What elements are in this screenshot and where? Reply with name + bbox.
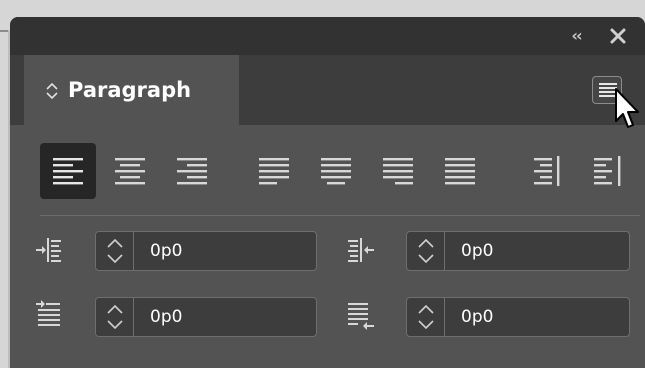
stepper-arrows-icon[interactable]	[416, 302, 436, 332]
right-indent-field[interactable]: 0p0	[406, 231, 630, 271]
align-center-icon	[115, 158, 145, 185]
left-indent-stepper[interactable]	[96, 232, 134, 270]
right-indent-stepper[interactable]	[407, 232, 445, 270]
justify-with-last-line-centered-icon	[321, 158, 351, 185]
align-center-button[interactable]	[102, 143, 158, 199]
last-line-indent-value[interactable]: 0p0	[461, 298, 493, 336]
panel-title: Paragraph	[68, 78, 192, 102]
left-indent-field[interactable]: 0p0	[95, 231, 317, 271]
stepper-arrows-icon[interactable]	[105, 302, 125, 332]
align-towards-spine-button[interactable]	[518, 143, 574, 199]
justify-all-lines-icon	[445, 158, 475, 185]
document-edge	[0, 0, 10, 368]
first-line-indent-stepper[interactable]	[96, 298, 134, 336]
left-indent-icon	[36, 238, 61, 262]
section-divider	[40, 215, 640, 216]
justify-all-button[interactable]	[432, 143, 488, 199]
first-line-indent-value[interactable]: 0p0	[150, 298, 182, 336]
right-indent-value[interactable]: 0p0	[461, 232, 493, 270]
panel-titlebar[interactable]: ‹‹	[10, 17, 645, 55]
first-line-left-indent-icon	[36, 300, 60, 326]
tab-paragraph[interactable]: Paragraph	[24, 55, 239, 125]
justify-with-last-line-right-icon	[383, 158, 413, 185]
stepper-arrows-icon[interactable]	[416, 236, 436, 266]
align-towards-spine-icon	[534, 156, 560, 186]
last-line-right-indent-icon	[348, 303, 374, 330]
close-icon[interactable]	[606, 24, 630, 48]
stepper-arrows-icon[interactable]	[105, 236, 125, 266]
align-left-button[interactable]	[40, 143, 96, 199]
justify-right-button[interactable]	[370, 143, 426, 199]
justify-with-last-line-left-icon	[259, 158, 289, 185]
alignment-button-group	[40, 143, 640, 199]
last-line-indent-stepper[interactable]	[407, 298, 445, 336]
right-indent-icon	[348, 238, 374, 262]
align-right-icon	[177, 158, 207, 185]
justify-left-button[interactable]	[246, 143, 302, 199]
last-line-indent-field[interactable]: 0p0	[406, 297, 630, 337]
mouse-pointer-icon	[615, 88, 639, 128]
updown-arrows-icon[interactable]	[45, 81, 59, 101]
double-chevron-left-icon[interactable]: ‹‹	[565, 25, 587, 47]
align-left-icon	[53, 158, 83, 185]
first-line-indent-field[interactable]: 0p0	[95, 297, 317, 337]
align-away-from-spine-icon	[594, 156, 621, 186]
justify-center-button[interactable]	[308, 143, 364, 199]
left-indent-value[interactable]: 0p0	[150, 232, 182, 270]
paragraph-panel: ‹‹ Paragraph 0p0 0p0 0p0 0p0	[10, 17, 645, 368]
align-away-from-spine-button[interactable]	[580, 143, 636, 199]
align-right-button[interactable]	[164, 143, 220, 199]
